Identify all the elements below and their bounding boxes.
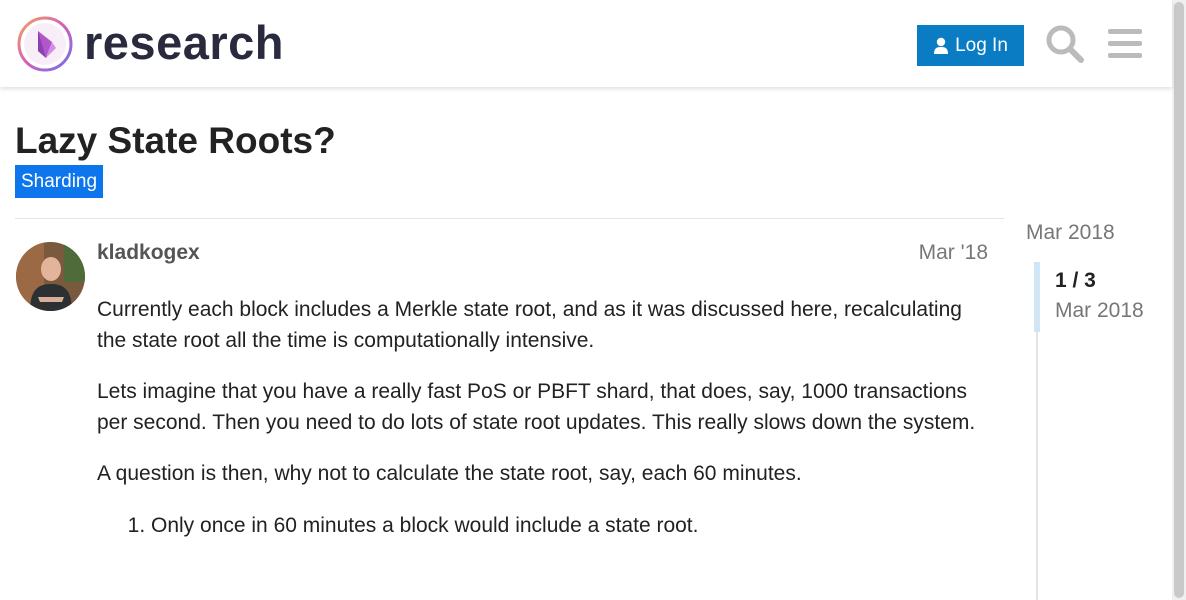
post-date[interactable]: Mar '18 [880,240,988,266]
hamburger-menu-icon[interactable] [1104,23,1146,65]
post-ordered-list: Only once in 60 minutes a block would in… [97,511,977,542]
timeline-current-date: Mar 2018 [1055,299,1144,322]
login-button-label: Log In [955,34,1008,56]
login-button[interactable]: Log In [917,25,1024,66]
post-paragraph: Currently each block includes a Merkle s… [97,298,962,352]
avatar[interactable] [16,242,85,311]
post-author-username[interactable]: kladkogex [97,240,200,266]
post-paragraph: A question is then, why not to calculate… [97,462,802,485]
category-badge[interactable]: Sharding [15,165,104,198]
timeline-start-date[interactable]: Mar 2018 [1026,220,1115,246]
page-scrollbar[interactable] [1172,0,1186,600]
list-item: Only once in 60 minutes a block would in… [151,511,977,542]
timeline-scroller-handle[interactable] [1034,262,1040,332]
post-body: Currently each block includes a Merkle s… [97,295,977,541]
ethereum-research-logo-icon[interactable] [16,15,74,73]
post-paragraph: Lets imagine that you have a really fast… [97,380,976,434]
site-logo-text[interactable]: research [84,14,284,72]
user-avatar-icon [16,242,85,311]
title-divider [15,218,1004,219]
site-header: research Log In [0,0,1172,87]
timeline-post-position: 1 / 3 [1055,269,1096,292]
scrollbar-thumb[interactable] [1174,2,1184,598]
search-icon[interactable] [1044,23,1086,65]
user-icon [934,37,949,54]
topic-title[interactable]: Lazy State Roots? [15,118,336,164]
